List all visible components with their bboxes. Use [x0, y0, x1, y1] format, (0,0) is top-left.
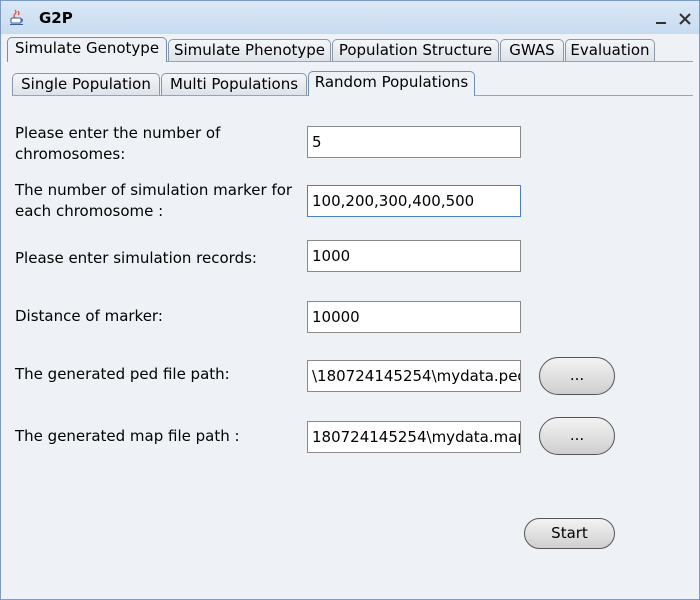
ped-path-input[interactable]: \180724145254\mydata.ped [307, 360, 521, 392]
distance-input[interactable]: 10000 [307, 301, 521, 333]
title-bar[interactable]: G2P [1, 1, 699, 34]
tab-evaluation[interactable]: Evaluation [565, 39, 655, 61]
java-coffee-cup-icon [10, 9, 24, 25]
map-path-label: The generated map file path : [15, 427, 240, 445]
chromosomes-label-line2: chromosomes: [15, 145, 126, 163]
random-populations-form: Please enter the number of chromosomes: … [12, 95, 693, 592]
app-window: G2P Simulate Genotype Simulate Phenotype… [0, 0, 700, 600]
records-input[interactable]: 1000 [307, 240, 521, 272]
close-icon[interactable] [677, 11, 693, 27]
start-button[interactable]: Start [524, 518, 615, 549]
tab-multi-populations[interactable]: Multi Populations [161, 73, 307, 95]
simulate-genotype-panel: Single Population Multi Populations Rand… [7, 61, 693, 593]
markers-label-line1: The number of simulation marker for [15, 181, 293, 199]
tab-gwas[interactable]: GWAS [500, 39, 564, 61]
markers-input[interactable]: 100,200,300,400,500 [307, 185, 521, 217]
tab-random-populations[interactable]: Random Populations [308, 71, 475, 96]
markers-label: The number of simulation marker for each… [15, 180, 292, 222]
ped-browse-button[interactable]: ... [539, 357, 615, 395]
records-label: Please enter simulation records: [15, 249, 257, 267]
tab-simulate-genotype[interactable]: Simulate Genotype [7, 37, 167, 62]
ped-path-label: The generated ped file path: [15, 365, 230, 383]
minimize-icon[interactable] [654, 12, 668, 26]
tab-population-structure[interactable]: Population Structure [332, 39, 499, 61]
markers-label-line2: each chromosome : [15, 202, 164, 220]
map-path-input[interactable]: 180724145254\mydata.map [307, 421, 521, 453]
chromosomes-label-line1: Please enter the number of [15, 124, 221, 142]
map-browse-button[interactable]: ... [539, 417, 615, 455]
chromosomes-input[interactable]: 5 [307, 126, 521, 158]
distance-label: Distance of marker: [15, 307, 163, 325]
client-area: Simulate Genotype Simulate Phenotype Pop… [5, 34, 695, 595]
tab-simulate-phenotype[interactable]: Simulate Phenotype [168, 39, 331, 61]
tab-single-population[interactable]: Single Population [12, 73, 160, 95]
window-title: G2P [39, 9, 73, 27]
chromosomes-label: Please enter the number of chromosomes: [15, 123, 220, 165]
